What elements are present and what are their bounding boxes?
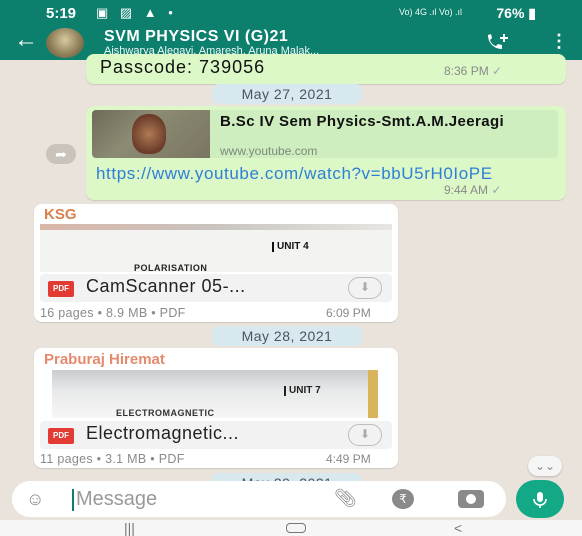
paperclip-icon[interactable]: 📎︎ xyxy=(334,488,357,509)
thumbnail-unit: UNIT 4 xyxy=(272,242,309,252)
sent-tick-icon: ✓ xyxy=(491,183,502,197)
sent-tick-icon: ✓ xyxy=(492,64,503,78)
status-notification-icons: ▣ ▨ ▲ • xyxy=(96,5,177,20)
date-chip: May 27, 2021 xyxy=(212,84,362,104)
rupee-icon[interactable]: ₹ xyxy=(392,489,414,509)
document-thumbnail[interactable]: POLARISATION UNIT 4 xyxy=(40,224,392,272)
message-time: 6:09 PM xyxy=(326,306,371,320)
document-meta: 16 pages • 8.9 MB • PDF xyxy=(40,306,186,320)
date-chip-partial: May 29, 2021 xyxy=(212,473,362,481)
group-avatar[interactable] xyxy=(46,28,84,58)
preview-domain: www.youtube.com xyxy=(220,144,318,158)
scroll-down-icon[interactable]: ⌄⌄ xyxy=(528,456,562,476)
sender-name[interactable]: Praburaj Hiremat xyxy=(44,351,165,368)
call-add-icon[interactable] xyxy=(484,32,510,52)
top-bar: 5:19 ▣ ▨ ▲ • Vo) 4G .ıl Vo) .ıl 76% ▮ ← … xyxy=(0,0,582,60)
mic-icon[interactable] xyxy=(516,480,564,518)
preview-title: B.Sc IV Sem Physics-Smt.A.M.Jeeragi xyxy=(220,113,505,130)
link-preview[interactable]: B.Sc IV Sem Physics-Smt.A.M.Jeeragi www.… xyxy=(92,110,558,158)
document-thumbnail[interactable]: UNIT 7 ELECTROMAGNETIC xyxy=(52,370,378,418)
thumbnail-unit: UNIT 7 xyxy=(284,386,321,396)
home-icon[interactable] xyxy=(286,523,306,533)
date-chip: May 28, 2021 xyxy=(212,326,362,346)
back-arrow-icon[interactable]: ← xyxy=(14,28,38,52)
camera-icon[interactable] xyxy=(458,490,484,508)
thumbnail-person xyxy=(132,114,166,154)
chat-title[interactable]: SVM PHYSICS VI (G)21 xyxy=(104,28,288,46)
thumbnail-text: ELECTROMAGNETIC xyxy=(116,408,215,418)
document-name: Electromagnetic... xyxy=(86,423,240,443)
message-link[interactable]: https://www.youtube.com/watch?v=bbU5rH0I… xyxy=(96,164,536,183)
back-nav-icon[interactable]: < xyxy=(454,520,462,536)
download-icon[interactable]: ⬇ xyxy=(348,424,382,446)
thumbnail-text: POLARISATION xyxy=(134,263,208,272)
emoji-icon[interactable]: ☺ xyxy=(26,489,48,509)
message-text: Passcode: 739056 xyxy=(100,57,266,77)
message-input[interactable] xyxy=(76,486,336,512)
document-name: CamScanner 05-... xyxy=(86,276,246,296)
text-cursor xyxy=(72,489,74,511)
message-input-bar: ☺ 📎︎ ₹ xyxy=(12,481,506,517)
forward-icon[interactable]: ➦ xyxy=(46,144,76,164)
pdf-icon: PDF xyxy=(48,281,74,297)
message-time: 4:49 PM xyxy=(326,452,371,466)
document-file-row[interactable]: PDF Electromagnetic... ⬇ xyxy=(40,421,392,449)
recent-apps-icon[interactable]: ||| xyxy=(124,520,135,536)
thumbnail-shadow xyxy=(40,224,392,230)
document-meta: 11 pages • 3.1 MB • PDF xyxy=(40,452,185,466)
preview-thumbnail xyxy=(92,110,210,158)
status-bar: 5:19 ▣ ▨ ▲ • Vo) 4G .ıl Vo) .ıl 76% ▮ xyxy=(0,0,582,26)
thumbnail-edge xyxy=(368,370,378,418)
status-time: 5:19 xyxy=(46,5,77,22)
pdf-icon: PDF xyxy=(48,428,74,444)
document-file-row[interactable]: PDF CamScanner 05-... ⬇ xyxy=(40,274,392,302)
network-signal-icon: Vo) 4G .ıl Vo) .ıl xyxy=(398,7,462,17)
system-navigation-bar: ||| < xyxy=(0,520,582,536)
sender-name[interactable]: KSG xyxy=(44,206,77,223)
download-icon[interactable]: ⬇ xyxy=(348,277,382,299)
more-vert-icon[interactable]: ⋮ xyxy=(550,32,568,50)
battery-indicator: 76% ▮ xyxy=(496,5,536,21)
message-time: 9:44 AM ✓ xyxy=(444,183,502,197)
message-time: 8:36 PM ✓ xyxy=(444,64,503,78)
